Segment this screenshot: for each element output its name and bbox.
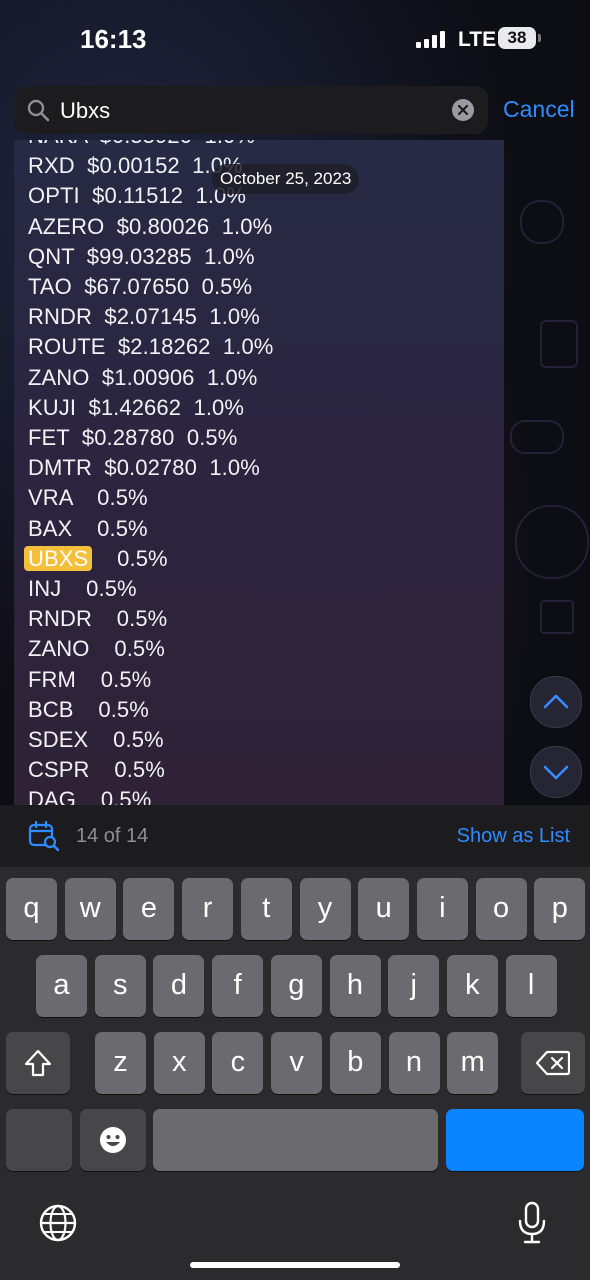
key-i[interactable]: i: [416, 878, 468, 940]
key-y[interactable]: y: [299, 878, 351, 940]
calendar-search-icon[interactable]: [28, 820, 60, 852]
key-d[interactable]: d: [153, 955, 205, 1017]
home-indicator: [190, 1262, 400, 1268]
key-c[interactable]: c: [212, 1032, 264, 1094]
previous-result-button[interactable]: [530, 676, 582, 728]
cancel-button[interactable]: Cancel: [503, 96, 575, 123]
search-match-highlight: UBXS: [24, 545, 93, 571]
key-h[interactable]: h: [329, 955, 381, 1017]
key-l[interactable]: l: [505, 955, 557, 1017]
message-line: FRM 0.5%: [28, 666, 152, 692]
key-u[interactable]: u: [358, 878, 410, 940]
show-as-list-button[interactable]: Show as List: [457, 825, 570, 848]
battery-icon: 38: [498, 27, 536, 49]
shift-icon: [24, 1049, 52, 1077]
search-input[interactable]: [58, 94, 442, 128]
search-results-bar: 14 of 14 Show as List: [0, 805, 590, 867]
chevron-down-icon: [543, 765, 569, 780]
globe-icon: [39, 1204, 77, 1242]
message-line: TAO $67.07650 0.5%: [28, 274, 253, 299]
key-n[interactable]: n: [388, 1032, 440, 1094]
date-chip: October 25, 2023: [212, 164, 360, 194]
key-s[interactable]: s: [94, 955, 146, 1017]
next-result-button[interactable]: [530, 746, 582, 798]
search-icon: [27, 99, 50, 122]
message-line: SDEX 0.5%: [28, 727, 164, 752]
result-count: 14 of 14: [76, 825, 149, 847]
backspace-icon: [535, 1050, 571, 1076]
message-line: VRA 0.5%: [28, 485, 148, 511]
message-line: DAG 0.5%: [28, 787, 152, 805]
battery-tip: [538, 34, 541, 42]
message-line: FET $0.28780 0.5%: [28, 425, 238, 450]
key-q[interactable]: q: [6, 878, 57, 940]
chevron-up-icon: [543, 694, 569, 709]
status-bar: 16:13 LTE 38: [0, 0, 590, 80]
message-line: ZANO 0.5%: [28, 636, 165, 662]
key-g[interactable]: g: [270, 955, 322, 1017]
key-b[interactable]: b: [329, 1032, 381, 1094]
message-line: NAKA $0.55920 1.0%: [28, 140, 255, 150]
key-a[interactable]: a: [36, 955, 87, 1017]
message-line: KUJI $1.42662 1.0%: [28, 394, 245, 420]
key-o[interactable]: o: [475, 878, 527, 940]
message-line: CSPR 0.5%: [28, 757, 165, 783]
key-f[interactable]: f: [212, 955, 264, 1017]
message-line: ZANO $1.00906 1.0%: [28, 364, 258, 390]
message-line: ROUTE $2.18262 1.0%: [28, 334, 274, 360]
message-line: RNDR 0.5%: [28, 606, 168, 632]
key-t[interactable]: t: [240, 878, 292, 940]
key-m[interactable]: m: [447, 1032, 499, 1094]
search-key[interactable]: [446, 1109, 584, 1171]
keyboard: qwertyuiop asdfghjkl zxcvbnm: [0, 867, 590, 1280]
status-time: 16:13: [80, 24, 147, 54]
message-line: BAX 0.5%: [28, 515, 148, 541]
signal-icon: [416, 30, 448, 48]
shift-key[interactable]: [6, 1032, 70, 1094]
message-line: QNT $99.03285 1.0%: [28, 243, 255, 269]
numbers-key[interactable]: [6, 1109, 72, 1171]
message-line: UBXS 0.5%: [24, 545, 168, 573]
key-p[interactable]: p: [534, 878, 586, 940]
emoji-key[interactable]: [80, 1109, 146, 1171]
message-line: AZERO $0.80026 1.0%: [28, 213, 273, 239]
clear-icon[interactable]: [452, 99, 474, 121]
emoji-icon: [100, 1127, 126, 1153]
key-e[interactable]: e: [123, 878, 175, 940]
key-x[interactable]: x: [153, 1032, 205, 1094]
message-line: BCB 0.5%: [28, 696, 149, 722]
message-line: INJ 0.5%: [28, 576, 137, 601]
space-key[interactable]: [153, 1109, 438, 1171]
key-w[interactable]: w: [64, 878, 116, 940]
dictation-button[interactable]: [516, 1201, 548, 1245]
search-bar[interactable]: [14, 86, 488, 134]
globe-button[interactable]: [38, 1203, 78, 1243]
key-r[interactable]: r: [182, 878, 234, 940]
key-z[interactable]: z: [95, 1032, 146, 1094]
backspace-key[interactable]: [521, 1032, 585, 1094]
key-j[interactable]: j: [388, 955, 440, 1017]
key-k[interactable]: k: [446, 955, 498, 1017]
message-line: RXD $0.00152 1.0%: [28, 153, 243, 179]
message-line: DMTR $0.02780 1.0%: [28, 455, 260, 481]
key-v[interactable]: v: [271, 1032, 323, 1094]
message-line-text: 0.5%: [92, 545, 168, 571]
microphone-icon: [518, 1201, 546, 1244]
message-bubble[interactable]: NAKA $0.55920 1.0%RXD $0.00152 1.0%OPTI …: [14, 140, 504, 805]
network-label: LTE: [458, 28, 497, 51]
message-line: RNDR $2.07145 1.0%: [28, 304, 260, 330]
